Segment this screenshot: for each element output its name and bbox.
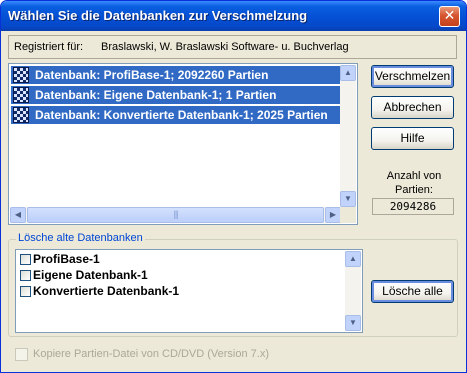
window-title: Wählen Sie die Datenbanken zur Verschmel… [8, 8, 308, 23]
scrollbar-corner [340, 207, 356, 223]
database-label: Datenbank: Konvertierte Datenbank-1; 202… [35, 108, 328, 122]
delete-group-legend: Lösche alte Datenbanken [16, 232, 145, 244]
merge-button[interactable]: Verschmelzen [371, 65, 454, 88]
delete-item-label: Konvertierte Datenbank-1 [33, 284, 180, 298]
cancel-button[interactable]: Abbrechen [371, 96, 454, 119]
game-count-label: Anzahl von Partien: [386, 170, 442, 196]
title-bar[interactable]: Wählen Sie die Datenbanken zur Verschmel… [1, 1, 466, 31]
scroll-up-icon[interactable]: ▲ [340, 65, 356, 81]
database-list-item[interactable]: Datenbank: ProfiBase-1; 2092260 Partien [11, 66, 342, 84]
vertical-scrollbar[interactable]: ▲ ▼ [345, 251, 361, 331]
scroll-up-icon[interactable]: ▲ [345, 251, 361, 267]
delete-all-button[interactable]: Lösche alle [371, 280, 454, 303]
game-count-value: 2094286 [372, 198, 454, 215]
database-icon [13, 67, 29, 83]
close-icon[interactable]: ✕ [439, 6, 460, 27]
merge-dialog: Wählen Sie die Datenbanken zur Verschmel… [0, 0, 467, 373]
database-list-item[interactable]: Datenbank: Konvertierte Datenbank-1; 202… [11, 106, 342, 124]
database-list[interactable]: Datenbank: ProfiBase-1; 2092260 Partien … [8, 63, 358, 225]
database-label: Datenbank: Eigene Datenbank-1; 1 Partien [35, 88, 277, 102]
database-icon [13, 107, 29, 123]
registration-value: Braslawski, W. Braslawski Software- u. B… [101, 41, 349, 53]
registration-panel: Registriert für: Braslawski, W. Braslaws… [8, 35, 457, 59]
delete-item-label: Eigene Datenbank-1 [33, 268, 148, 282]
scroll-right-icon[interactable]: ▶ [325, 207, 341, 223]
database-icon [13, 87, 29, 103]
help-button[interactable]: Hilfe [371, 127, 454, 150]
checkbox-icon[interactable] [20, 286, 31, 297]
checkbox-icon[interactable] [20, 254, 31, 265]
copy-from-cd-label: Kopiere Partien-Datei von CD/DVD (Versio… [33, 348, 269, 360]
vertical-scrollbar[interactable]: ▲ ▼ [340, 65, 356, 207]
horizontal-scrollbar[interactable]: ◀ ||| ▶ [10, 207, 341, 223]
scroll-thumb[interactable]: ||| [27, 207, 324, 223]
scroll-down-icon[interactable]: ▼ [345, 315, 361, 331]
database-list-item[interactable]: Datenbank: Eigene Datenbank-1; 1 Partien [11, 86, 342, 104]
delete-database-list[interactable]: ProfiBase-1 Eigene Datenbank-1 Konvertie… [15, 249, 363, 333]
checkbox-icon[interactable] [20, 270, 31, 281]
scroll-down-icon[interactable]: ▼ [340, 191, 356, 207]
scroll-left-icon[interactable]: ◀ [10, 207, 26, 223]
registration-label: Registriert für: [14, 41, 84, 53]
delete-item-label: ProfiBase-1 [33, 252, 100, 266]
database-label: Datenbank: ProfiBase-1; 2092260 Partien [35, 68, 269, 82]
checkbox-icon [15, 348, 28, 361]
